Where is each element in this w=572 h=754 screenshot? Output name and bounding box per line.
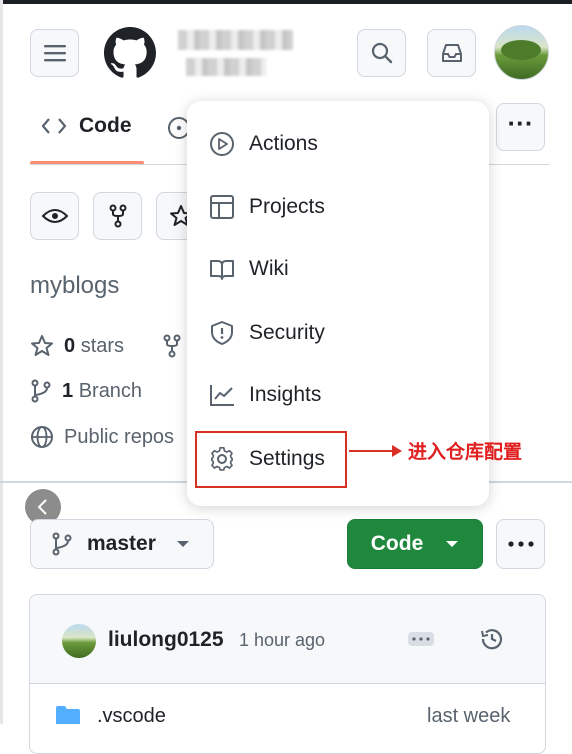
shield-icon	[209, 320, 235, 346]
hamburger-icon	[43, 43, 67, 63]
inbox-button[interactable]	[427, 29, 476, 77]
file-row-updated: last week	[427, 705, 511, 727]
chevron-left-icon	[36, 498, 50, 516]
table-icon	[209, 194, 235, 220]
annotation-arrowhead	[392, 445, 402, 457]
branch-stat[interactable]: 1 Branch	[30, 379, 142, 403]
code-dropdown-button[interactable]: Code	[347, 519, 483, 569]
branch-label: Branch	[78, 379, 143, 402]
more-tabs-button[interactable]: ···	[496, 103, 545, 151]
top-edge	[0, 0, 572, 4]
menu-item-projects-label: Projects	[249, 195, 325, 218]
eye-icon	[41, 207, 68, 225]
stars-stat[interactable]: 0 stars	[30, 334, 124, 358]
star-icon	[30, 334, 54, 358]
github-mark-icon[interactable]	[104, 27, 156, 79]
book-icon	[209, 257, 235, 281]
visibility-stat: Public repos	[30, 425, 174, 449]
graph-icon	[209, 383, 235, 407]
branch-name: master	[87, 532, 156, 555]
fork-icon	[162, 334, 182, 358]
history-icon[interactable]	[479, 626, 505, 652]
hamburger-menu-button[interactable]	[30, 29, 79, 77]
watch-button[interactable]	[30, 192, 79, 240]
kebab-horizontal-icon	[507, 541, 534, 547]
search-icon	[370, 41, 394, 65]
repo-more-button[interactable]	[496, 519, 545, 569]
menu-item-insights[interactable]: Insights	[209, 383, 321, 407]
settings-highlight-box	[195, 431, 347, 488]
repo-description: myblogs	[30, 272, 120, 299]
search-button[interactable]	[357, 29, 406, 77]
ellipsis-icon	[412, 637, 430, 641]
annotation-arrow-line	[349, 450, 394, 452]
menu-item-actions[interactable]: Actions	[209, 131, 318, 157]
user-avatar[interactable]	[494, 25, 549, 80]
annotation-text: 进入仓库配置	[408, 442, 523, 463]
branch-count: 1	[62, 379, 74, 402]
branch-select[interactable]: master	[30, 519, 214, 569]
commit-author[interactable]: liulong0125	[108, 628, 224, 652]
tab-code[interactable]: Code	[41, 114, 132, 138]
play-icon	[209, 131, 235, 157]
menu-item-actions-label: Actions	[249, 132, 318, 155]
blurred-repo-name	[186, 58, 266, 76]
tab-code-label: Code	[79, 114, 132, 137]
file-row-name[interactable]: .vscode	[97, 705, 166, 728]
menu-item-projects[interactable]: Projects	[209, 194, 325, 220]
fork-button[interactable]	[93, 192, 142, 240]
code-button-label: Code	[370, 532, 424, 555]
menu-item-wiki-label: Wiki	[249, 257, 289, 280]
menu-item-security[interactable]: Security	[209, 320, 325, 346]
more-tabs-label: ···	[507, 108, 534, 138]
blurred-owner-name	[178, 30, 293, 50]
branch-icon	[30, 379, 52, 403]
globe-icon	[30, 425, 54, 449]
menu-item-security-label: Security	[249, 321, 325, 344]
menu-item-insights-label: Insights	[249, 383, 322, 406]
commit-message-toggle[interactable]	[408, 632, 434, 646]
branch-icon	[51, 532, 73, 556]
stars-label: stars	[80, 334, 125, 357]
folder-icon	[55, 705, 81, 729]
commit-author-avatar[interactable]	[62, 624, 96, 658]
stars-count: 0	[64, 334, 76, 357]
code-icon	[41, 116, 67, 136]
visibility-label: Public repos	[64, 425, 175, 448]
menu-item-wiki[interactable]: Wiki	[209, 257, 289, 281]
fork-icon	[108, 204, 128, 228]
caret-down-icon	[176, 540, 190, 548]
inbox-icon	[440, 42, 464, 64]
left-edge	[0, 0, 3, 724]
commit-time: 1 hour ago	[239, 630, 326, 650]
caret-down-icon	[445, 540, 459, 548]
